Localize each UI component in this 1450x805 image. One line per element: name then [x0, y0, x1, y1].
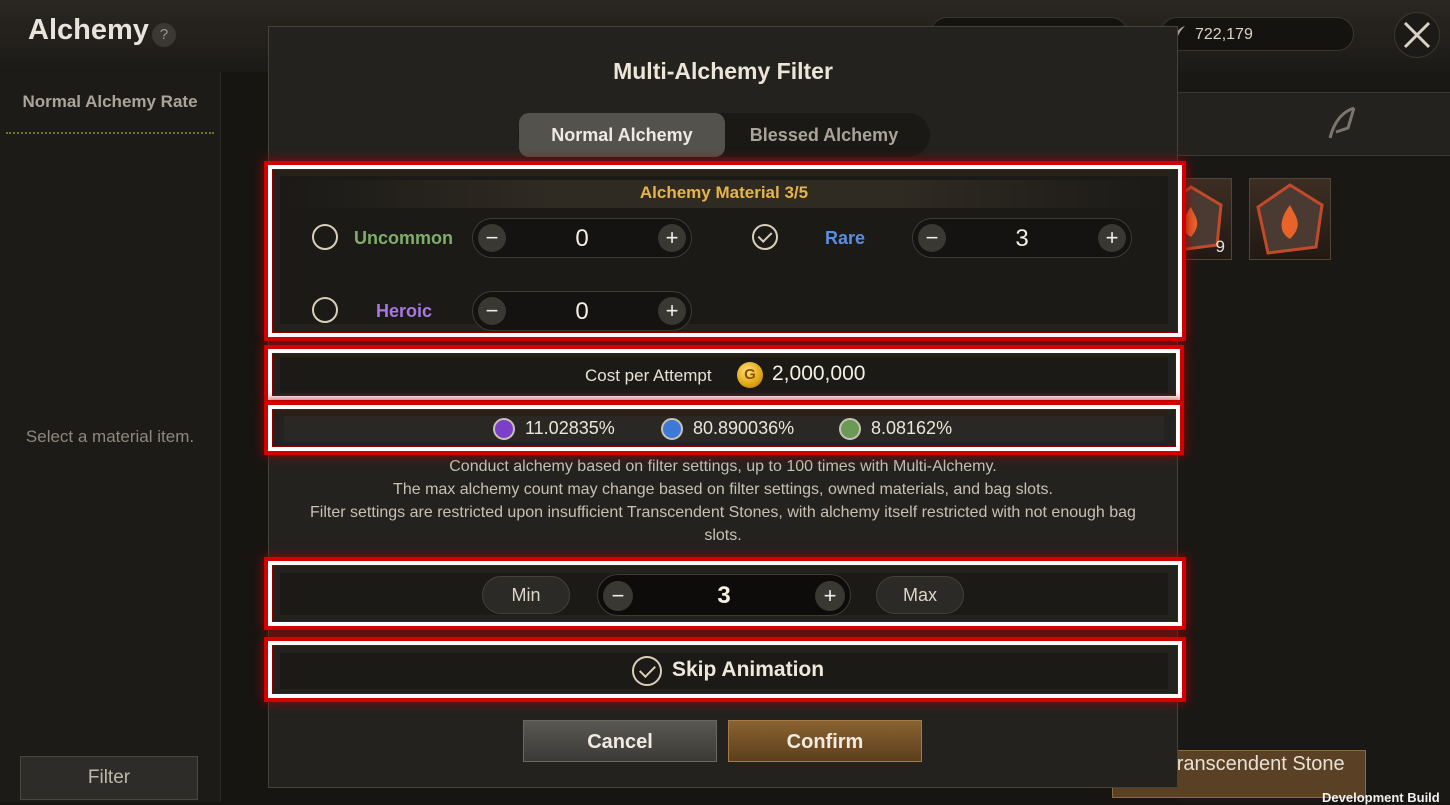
- divider: [324, 345, 1124, 347]
- confirm-button[interactable]: Confirm: [728, 720, 922, 762]
- select-hint: Select a material item.: [25, 427, 195, 446]
- highlight-frame: [268, 641, 1182, 698]
- right-tab-bar: [1178, 92, 1450, 156]
- highlight-frame: [268, 349, 1180, 400]
- quill-icon[interactable]: [1326, 106, 1358, 140]
- tab-blessed-alchemy[interactable]: Blessed Alchemy: [727, 113, 921, 157]
- slot-count: 9: [1215, 237, 1225, 256]
- highlight-frame: [268, 561, 1182, 626]
- modal-title: Multi-Alchemy Filter: [613, 58, 833, 84]
- cancel-button[interactable]: Cancel: [523, 720, 717, 762]
- help-icon[interactable]: ?: [152, 23, 176, 47]
- gold-amount: 722,179: [1195, 26, 1253, 43]
- highlight-frame: [268, 165, 1182, 337]
- tab-normal-alchemy[interactable]: Normal Alchemy: [519, 113, 725, 157]
- highlight-frame: [268, 405, 1180, 451]
- description-line: Filter settings are restricted upon insu…: [310, 504, 1136, 544]
- fire-stone-icon: [1256, 183, 1324, 255]
- filter-button[interactable]: Filter: [20, 756, 198, 800]
- description-line: The max alchemy count may change based o…: [393, 481, 1053, 498]
- close-icon: [1403, 21, 1431, 49]
- dev-build-label: Development Build: [1322, 790, 1440, 805]
- divider: [6, 132, 214, 134]
- close-button[interactable]: [1394, 12, 1440, 58]
- rate-title: Normal Alchemy Rate: [22, 92, 198, 111]
- description: Conduct alchemy based on filter settings…: [290, 455, 1156, 547]
- app-title: Alchemy: [28, 14, 149, 46]
- description-line: Conduct alchemy based on filter settings…: [449, 458, 997, 475]
- gold-display: 722,179: [1160, 17, 1354, 51]
- material-slot[interactable]: [1249, 178, 1331, 260]
